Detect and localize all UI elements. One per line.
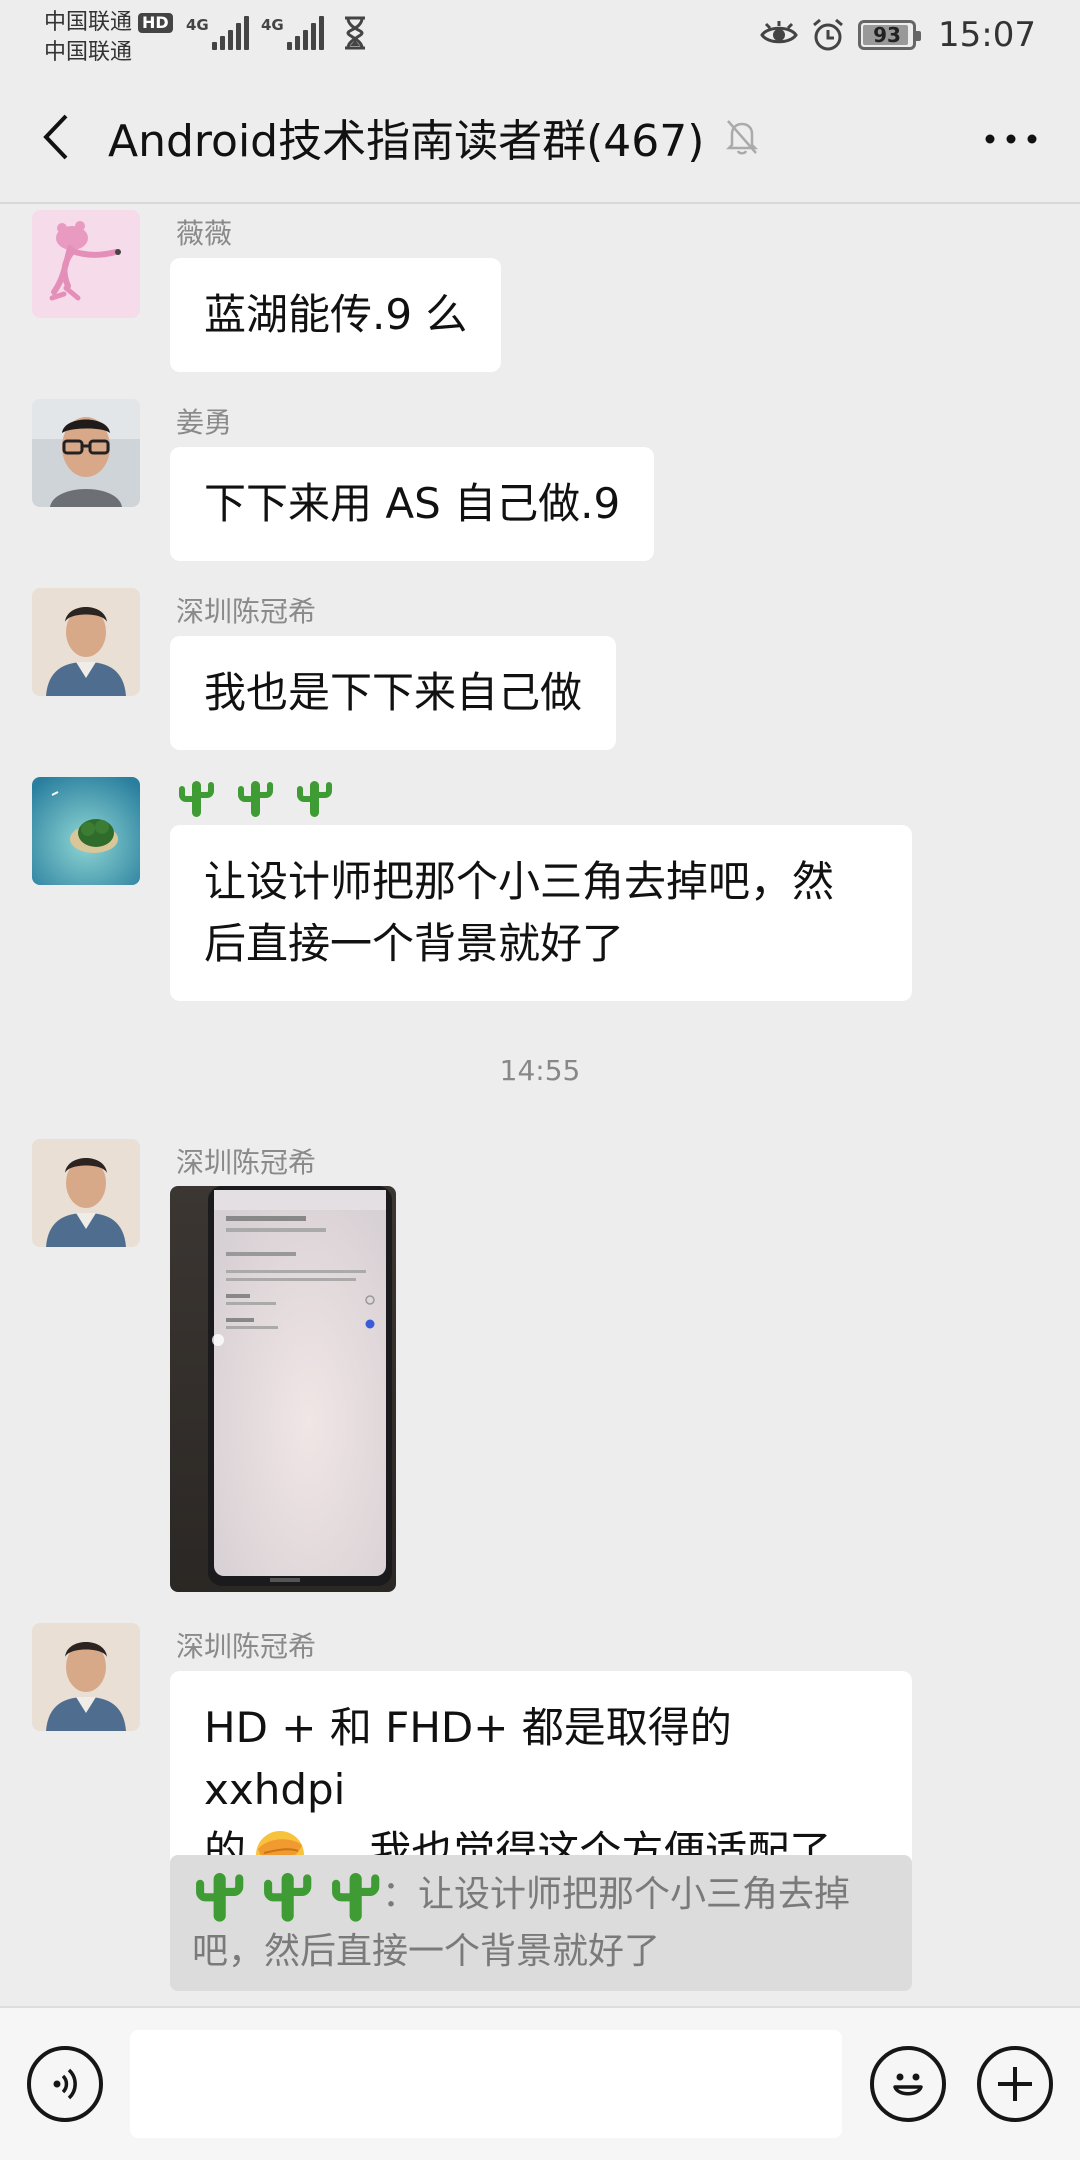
battery-level-text: 93 bbox=[873, 23, 901, 47]
avatar[interactable] bbox=[32, 399, 140, 507]
hourglass-icon bbox=[345, 16, 365, 50]
message-text: 下下来用 AS 自己做.9 bbox=[204, 479, 621, 528]
voice-button[interactable] bbox=[27, 2046, 103, 2122]
status-bar: 中国联通 HD 中国联通 4G 4G 93 15:07 bbox=[0, 0, 1080, 70]
carrier-name-2: 中国联通 bbox=[44, 40, 133, 65]
signal-strength-icon: 4G bbox=[261, 16, 324, 50]
cactus-icon bbox=[332, 1873, 380, 1922]
chevron-left-icon bbox=[43, 114, 68, 160]
photo-thumbnail bbox=[170, 1186, 396, 1592]
cactus-icon bbox=[264, 1873, 312, 1922]
chat-input-bar bbox=[0, 2006, 1080, 2160]
chat-title: Android技术指南读者群(467) bbox=[108, 116, 705, 167]
sender-name: 深圳陈冠希 bbox=[176, 1146, 317, 1179]
message-bubble[interactable]: 蓝湖能传.9 么 bbox=[170, 258, 502, 372]
avatar[interactable] bbox=[32, 1623, 140, 1731]
emoji-button[interactable] bbox=[870, 2046, 946, 2122]
quote-text: 吧，然后直接一个背景就好了 bbox=[192, 1931, 661, 1972]
sender-name: 薇薇 bbox=[176, 217, 233, 250]
alarm-icon bbox=[813, 18, 843, 51]
message-input[interactable] bbox=[130, 2030, 842, 2138]
header-divider bbox=[0, 202, 1080, 204]
smiley-icon bbox=[893, 2073, 923, 2096]
eye-icon bbox=[760, 21, 798, 44]
message-bubble[interactable]: 我也是下下来自己做 bbox=[170, 636, 617, 750]
carrier-info: 中国联通 HD 中国联通 bbox=[44, 8, 173, 68]
cactus-icon bbox=[179, 781, 214, 817]
quote-text: ：让设计师把那个小三角去掉 bbox=[382, 1874, 851, 1915]
sender-name: 姜勇 bbox=[176, 406, 233, 439]
message-bubble[interactable]: 下下来用 AS 自己做.9 bbox=[170, 447, 655, 561]
avatar[interactable] bbox=[32, 1139, 140, 1247]
network-type-2: 4G bbox=[261, 16, 284, 34]
time-divider: 14:55 bbox=[499, 1054, 581, 1087]
network-type-1: 4G bbox=[186, 16, 209, 34]
avatar[interactable] bbox=[32, 588, 140, 696]
quote-line: ：让设计师把那个小三角去掉 bbox=[192, 1867, 888, 1925]
message-bubble[interactable]: 让设计师把那个小三角去掉吧，然 后直接一个背景就好了 bbox=[170, 825, 912, 1001]
hd-badge: HD bbox=[138, 13, 173, 33]
quoted-message[interactable]: ：让设计师把那个小三角去掉 吧，然后直接一个背景就好了 bbox=[170, 1855, 912, 1991]
message-text-line: HD + 和 FHD+ 都是取得的 xxhdpi bbox=[204, 1703, 732, 1814]
more-dots-icon bbox=[985, 134, 1037, 144]
cactus-icon bbox=[237, 781, 273, 817]
back-button[interactable] bbox=[28, 104, 84, 170]
cactus-icon bbox=[196, 1873, 244, 1922]
bell-off-icon bbox=[726, 120, 759, 155]
status-right: 93 15:07 bbox=[760, 14, 1036, 56]
chat-header: Android技术指南读者群(467) bbox=[0, 70, 1080, 204]
sender-name-emoji bbox=[176, 777, 334, 819]
message-text-line: 让设计师把那个小三角去掉吧，然 bbox=[204, 857, 835, 906]
cactus-icon bbox=[296, 781, 332, 817]
message-text: 我也是下下来自己做 bbox=[204, 668, 583, 717]
more-actions-button[interactable] bbox=[977, 2046, 1053, 2122]
signal-strength-icon: 4G bbox=[186, 16, 249, 50]
avatar[interactable] bbox=[32, 777, 140, 885]
message-text-line: 后直接一个背景就好了 bbox=[204, 919, 625, 968]
clock: 15:07 bbox=[938, 15, 1036, 55]
plus-icon bbox=[998, 2067, 1032, 2101]
more-button[interactable] bbox=[976, 112, 1046, 166]
carrier-name-1: 中国联通 bbox=[44, 10, 133, 35]
image-message[interactable] bbox=[170, 1186, 396, 1592]
chat-title-group: Android技术指南读者群(467) bbox=[108, 108, 760, 167]
sender-name: 深圳陈冠希 bbox=[176, 595, 317, 628]
battery-icon: 93 bbox=[858, 20, 922, 50]
message-text: 蓝湖能传.9 么 bbox=[204, 290, 468, 339]
voice-icon bbox=[53, 2068, 77, 2100]
avatar[interactable] bbox=[32, 210, 140, 318]
sender-name: 深圳陈冠希 bbox=[176, 1630, 317, 1663]
signal-group: 4G 4G bbox=[186, 16, 368, 50]
